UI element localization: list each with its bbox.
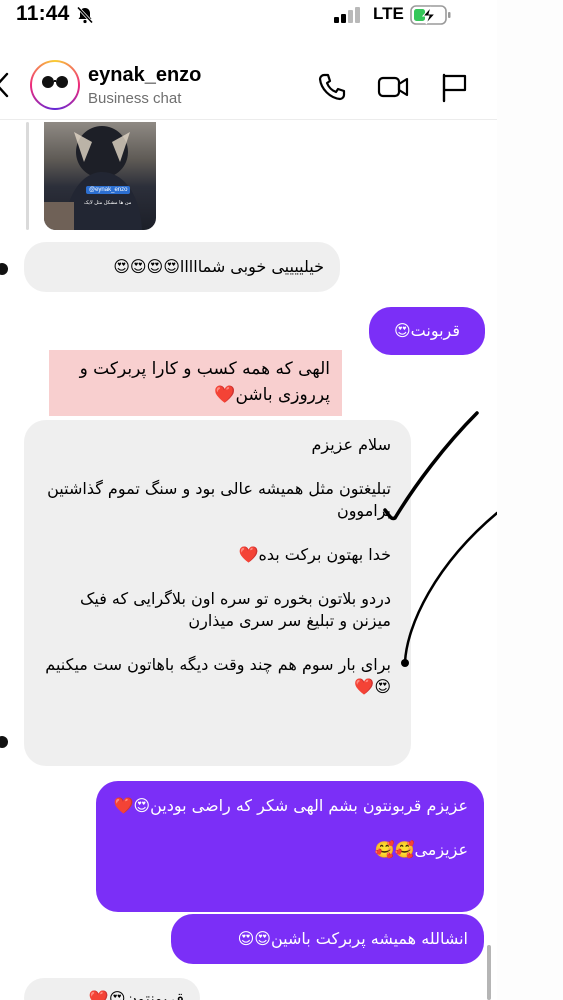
message-paragraph: خدا بهتون برکت بده❤️ xyxy=(238,545,391,564)
message-paragraph: عزیزمی🥰🥰 xyxy=(374,840,468,859)
message-paragraph: تبلیغتون مثل همیشه عالی بود و سنگ تموم گ… xyxy=(47,479,391,520)
message-paragraph: عزیزم قربونتون بشم الهی شکر که راضی بودی… xyxy=(113,796,469,815)
scroll-indicator[interactable] xyxy=(487,945,491,1000)
message-paragraph: برای بار سوم هم چند وقت دیگه باهاتون ست … xyxy=(45,655,391,696)
video-icon[interactable] xyxy=(376,70,410,104)
handdrawn-checkmarks xyxy=(383,411,499,667)
message-incoming[interactable]: خیلییییی خوبی شمااااا😍😍😍😍 xyxy=(24,242,340,292)
story-caption: من ها مشکل مثل لایک xyxy=(84,200,132,206)
phone-icon[interactable] xyxy=(315,70,349,104)
message-incoming[interactable]: سلام عزیزم تبلیغتون مثل همیشه عالی بود و… xyxy=(24,420,411,766)
network-type: LTE xyxy=(373,4,404,23)
message-paragraph: سلام عزیزم xyxy=(311,435,391,454)
message-outgoing[interactable]: قربونت😍 xyxy=(369,307,485,355)
story-sticker: @eynak_enzo xyxy=(86,186,131,194)
bell-off-icon xyxy=(76,6,94,24)
sunglasses-logo-icon xyxy=(42,76,68,88)
story-reply-thumbnail[interactable]: @eynak_enzo من ها مشکل مثل لایک xyxy=(44,122,156,230)
status-bar: 11:44 LTE xyxy=(0,0,563,30)
message-outgoing[interactable]: انشالله همیشه پربرکت باشین😍😍 xyxy=(171,914,484,964)
contact-name[interactable]: eynak_enzo xyxy=(88,64,201,87)
signal-icon xyxy=(334,7,360,23)
message-outgoing[interactable]: عزیزم قربونتون بشم الهی شکر که راضی بودی… xyxy=(96,781,484,912)
message-incoming[interactable]: قربونتون😍❤️ xyxy=(24,978,200,1000)
back-chevron-icon[interactable] xyxy=(0,72,10,98)
story-image xyxy=(44,126,142,230)
reply-indicator-line xyxy=(26,122,29,230)
screen-edge xyxy=(497,0,563,1000)
reaction-marker xyxy=(0,736,8,748)
avatar[interactable] xyxy=(30,60,80,110)
reaction-marker xyxy=(0,263,8,275)
battery-charging-icon xyxy=(410,5,451,25)
contact-subtitle: Business chat xyxy=(88,90,182,107)
chat-header: eynak_enzo Business chat xyxy=(0,50,497,120)
status-time: 11:44 xyxy=(16,2,70,25)
message-paragraph: دردو بلاتون بخوره تو سره اون بلاگرایی که… xyxy=(80,589,391,630)
overlay-note: الهی که همه کسب و کارا پربرکت و پرروزی ب… xyxy=(49,350,342,416)
flag-icon[interactable] xyxy=(438,70,472,104)
